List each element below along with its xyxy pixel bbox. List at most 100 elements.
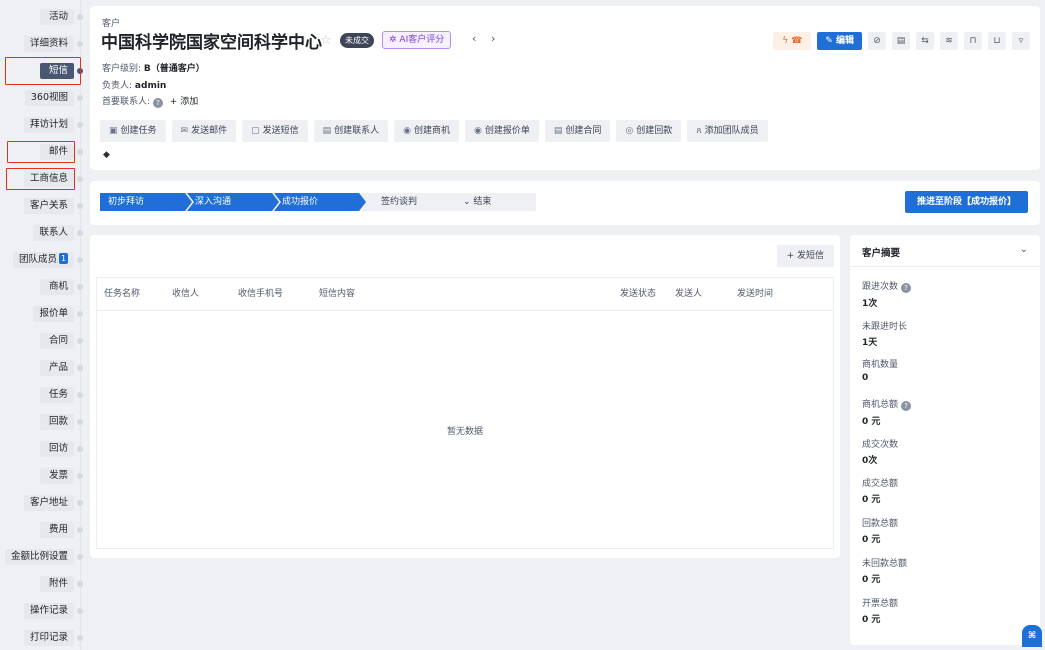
edit-button[interactable]: ✎ 编辑 — [817, 32, 862, 50]
owner-label: 负责人: — [102, 81, 133, 91]
customer-summary-panel: 客户摘要 ⌄ 跟进次数? 1次 未跟进时长 1天 商机数量 0 商机总额? 0 元成交次数 0次… — [850, 235, 1040, 645]
prev-record-icon[interactable]: ‹ — [472, 32, 476, 45]
star-icon[interactable]: ☆ — [320, 33, 332, 48]
sidebar-item[interactable]: 客户地址 — [0, 492, 86, 514]
owner-value[interactable]: admin — [135, 81, 166, 91]
action-icon: ጸ — [696, 126, 702, 136]
column-header[interactable]: 收信人 — [165, 278, 199, 311]
stage-item-4[interactable]: 签约谈判 — [373, 193, 453, 211]
sidebar-item[interactable]: 费用 — [0, 519, 86, 541]
merge-icon[interactable]: ≋ — [940, 32, 958, 50]
check-icon[interactable]: ⊘ — [868, 32, 886, 50]
timeline-dot — [77, 14, 83, 20]
help-icon[interactable]: ? — [901, 401, 912, 411]
summary-label: 成交次数 — [862, 437, 1032, 450]
sidebar-item-text: 联系人 — [39, 227, 68, 238]
quick-action-button[interactable]: ጸ 添加团队成员 — [687, 120, 768, 142]
help-icon[interactable]: ? — [901, 283, 912, 293]
action-label: 创建任务 — [120, 126, 157, 136]
action-label: 创建商机 — [414, 126, 451, 136]
stage-item-5[interactable]: ⌄ 结束 — [455, 193, 535, 211]
quick-action-button[interactable]: ▣ 创建任务 — [100, 120, 166, 142]
advance-stage-button[interactable]: 推进至阶段【成功报价】 — [904, 191, 1028, 213]
quick-action-button[interactable]: ◉ 创建报价单 — [465, 120, 539, 142]
sidebar-item-text: 回访 — [48, 443, 68, 454]
sidebar-item-text: 合同 — [48, 335, 68, 346]
sidebar-item[interactable]: 详细资料 — [0, 33, 86, 55]
sidebar-item[interactable]: 发票 — [0, 465, 86, 487]
sidebar-item[interactable]: 客户关系 — [0, 195, 86, 217]
sidebar-item[interactable]: 任务 — [0, 384, 86, 406]
quick-action-button[interactable]: ◎ 创建回款 — [616, 120, 682, 142]
sidebar-item[interactable]: 360视图 — [0, 87, 86, 109]
sidebar-item[interactable]: 商机 — [0, 276, 86, 298]
sidebar-item[interactable]: 操作记录 — [0, 600, 86, 622]
summary-label-text: 商机数量 — [862, 360, 899, 370]
summary-title: 客户摘要 — [862, 248, 901, 259]
lock-icon[interactable]: ⊓ — [964, 32, 982, 50]
timeline-dot — [77, 446, 83, 452]
sidebar-item[interactable]: 联系人 — [0, 222, 86, 244]
stage-item-5-label: 结束 — [473, 197, 492, 207]
sidebar-item-text: 任务 — [48, 389, 68, 400]
print-icon[interactable]: ▤ — [892, 32, 910, 50]
action-icon: ▣ — [109, 126, 118, 136]
help-icon[interactable]: ? — [152, 98, 163, 108]
chevron-down-icon: ⌄ — [463, 197, 474, 207]
summary-label-text: 开票总额 — [862, 599, 899, 609]
timeline-dot — [77, 95, 83, 101]
ai-score-button[interactable]: ✲ AI客户评分 — [382, 31, 452, 49]
chevron-down-icon[interactable]: ⌄ — [1020, 244, 1028, 255]
column-header[interactable]: 发送人 — [668, 278, 702, 311]
sidebar-item-label: 发票 — [40, 468, 74, 484]
sidebar-item-text: 回款 — [48, 416, 68, 427]
next-record-icon[interactable]: › — [491, 32, 495, 45]
timeline-dot — [77, 527, 83, 533]
quick-action-button[interactable]: ✉ 发送邮件 — [171, 120, 237, 142]
column-header[interactable]: 发送状态 — [613, 278, 656, 311]
delete-icon[interactable]: ▿ — [1012, 32, 1030, 50]
sidebar-item[interactable]: 合同 — [0, 330, 86, 352]
timeline-dot — [77, 176, 83, 182]
assistant-float-icon[interactable]: ⌘ — [1022, 625, 1042, 647]
action-icon: ✉ — [180, 126, 189, 136]
sidebar-item[interactable]: 回款 — [0, 411, 86, 433]
timeline-dot — [77, 554, 83, 560]
quick-action-button[interactable]: ▢ 发送短信 — [242, 120, 308, 142]
transfer-icon[interactable]: ⇆ — [916, 32, 934, 50]
sidebar-item-text: 360视图 — [30, 92, 68, 103]
add-contact-link[interactable]: + 添加 — [170, 97, 198, 107]
quick-action-button[interactable]: ◉ 创建商机 — [394, 120, 460, 142]
sidebar-item-label: 商机 — [40, 279, 74, 295]
sidebar-item[interactable]: 团队成员 1 — [0, 249, 86, 271]
sidebar-item[interactable]: 报价单 — [0, 303, 86, 325]
tag-icon[interactable]: ◆ — [103, 150, 110, 160]
sidebar-item[interactable]: 回访 — [0, 438, 86, 460]
stage-item-1[interactable]: 初步拜访 — [100, 193, 192, 211]
sidebar-item[interactable]: 附件 — [0, 573, 86, 595]
quick-action-button[interactable]: ▤ 创建联系人 — [313, 120, 389, 142]
action-icon: ▤ — [553, 126, 563, 136]
call-button[interactable]: ϟ ☎ — [773, 32, 812, 50]
column-header[interactable]: 发送时间 — [730, 278, 773, 311]
stage-item-3[interactable]: 成功报价 — [274, 193, 366, 211]
unlock-icon[interactable]: ⊔ — [988, 32, 1006, 50]
action-label: 发送邮件 — [191, 126, 228, 136]
send-sms-button[interactable]: + 发短信 — [776, 245, 834, 267]
column-header[interactable]: 任务名称 — [97, 278, 140, 311]
summary-value: 0次 — [862, 456, 878, 466]
summary-label-text: 未回款总额 — [862, 559, 908, 569]
column-header[interactable]: 收信手机号 — [231, 278, 283, 311]
quick-action-button[interactable]: ▤ 创建合同 — [544, 120, 611, 142]
stage-item-2[interactable]: 深入沟通 — [187, 193, 279, 211]
timeline-dot — [77, 500, 83, 506]
sidebar-item[interactable]: 产品 — [0, 357, 86, 379]
sidebar-item[interactable]: 拜访计划 — [0, 114, 86, 136]
primary-contact-label: 首要联系人: — [102, 97, 151, 107]
sidebar-item[interactable]: 金额比例设置 — [0, 546, 86, 568]
sidebar-item[interactable]: 打印记录 — [0, 627, 86, 649]
column-header[interactable]: 短信内容 — [312, 278, 355, 311]
action-icon: ◉ — [403, 126, 412, 136]
sparkle-icon: ✲ — [389, 35, 400, 45]
sidebar-item[interactable]: 活动 — [0, 6, 86, 28]
